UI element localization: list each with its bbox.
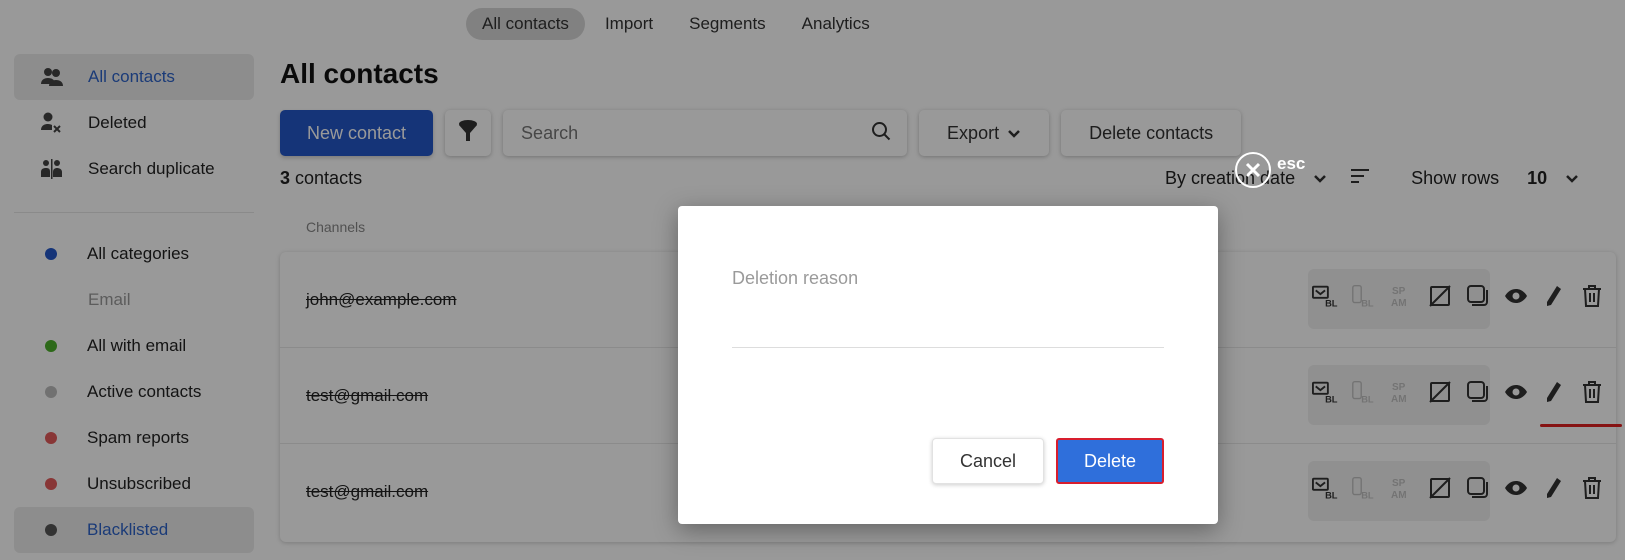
close-modal[interactable]: esc — [1235, 152, 1305, 188]
esc-label: esc — [1277, 154, 1306, 173]
deletion-reason-input[interactable] — [732, 268, 1164, 289]
cancel-button[interactable]: Cancel — [932, 438, 1044, 484]
close-icon[interactable] — [1235, 152, 1271, 188]
deletion-reason-field — [732, 268, 1164, 348]
dialog-buttons: Cancel Delete — [932, 438, 1164, 484]
delete-button[interactable]: Delete — [1056, 438, 1164, 484]
delete-dialog: Cancel Delete — [678, 206, 1218, 524]
